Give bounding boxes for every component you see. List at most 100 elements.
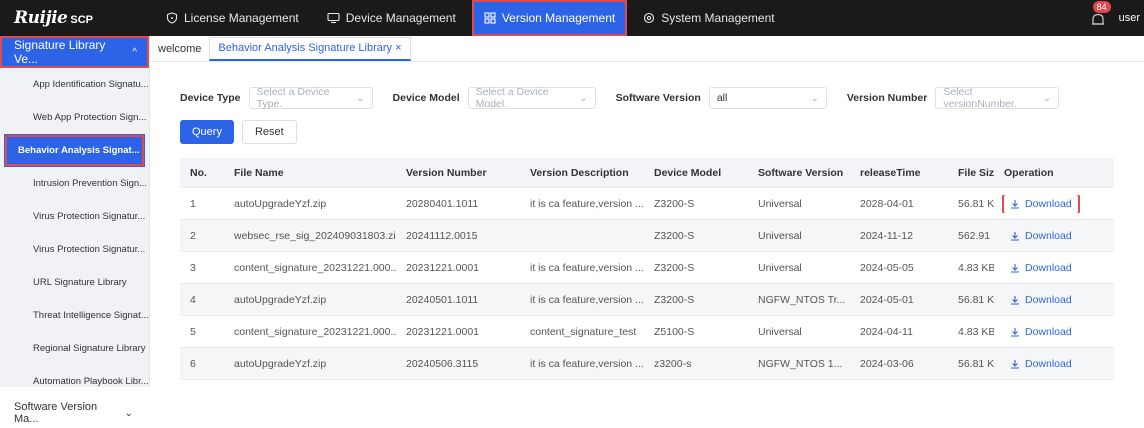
cell-no: 2 [190,229,196,242]
cell-no: 5 [190,325,196,338]
sidebar-group-software-version[interactable]: Software Version Ma... ⌄ [0,398,149,428]
header-software-version: Software Version [758,166,844,179]
brand-name: Ruijie [14,8,68,28]
table-row: 3 content_signature_20231221.000... 202312… [180,252,1114,284]
cell-file-name: autoUpgradeYzf.zip [234,357,327,370]
nav-label: License Management [184,11,299,25]
cell-file-name: content_signature_20231221.000... [234,261,396,274]
cell-release-time: 2024-04-11 [860,325,913,338]
sidebar-item-virus-protection-1[interactable]: Virus Protection Signatur... [0,200,149,233]
download-link[interactable]: Download [1004,291,1078,309]
version-number-label: Version Number [846,92,928,104]
sidebar-group-signature-library[interactable]: Signature Library Ve... ^ [0,36,149,68]
table-row: 4 autoUpgradeYzf.zip 20240501.1011 it is ca… [180,284,1114,316]
nav-label: System Management [661,11,775,25]
cell-software-version: NGFW_NTOS Tr... [758,293,846,306]
cell-release-time: 2024-03-06 [860,357,914,370]
table-row: 6 autoUpgradeYzf.zip 20240506.3115 it is ca… [180,348,1114,380]
cell-file-size: 56.81 K [958,197,994,210]
nav-system-management[interactable]: System Management [631,0,786,36]
sidebar-group-label: Signature Library Ve... [14,38,106,66]
chevron-down-icon: ⌄ [124,407,133,419]
download-link[interactable]: Download [1004,323,1078,341]
download-icon [1011,263,1019,273]
device-type-select[interactable]: Select a Device Type. ⌄ [248,86,373,110]
header-version-description: Version Description [530,166,629,179]
cell-version-number: 20240506.3115 [406,357,479,370]
brand-logo[interactable]: Ruijie SCP [14,8,154,28]
device-type-placeholder: Select a Device Type. [256,86,330,110]
chevron-down-icon: ⌄ [810,92,819,104]
grid-icon [484,12,496,24]
nav-label: Version Management [501,11,616,25]
monitor-icon [327,12,340,24]
nav-version-management[interactable]: Version Management [471,0,628,36]
sidebar-item-automation-playbook[interactable]: Automation Playbook Libr... [0,365,149,398]
cell-operation: Download [994,323,1114,341]
download-icon [1011,327,1019,337]
user-name[interactable]: user [1119,12,1140,24]
cell-file-size: 4.83 KB [958,325,994,338]
device-model-placeholder: Select a Device Model. [475,86,549,110]
notification-bell[interactable]: 84 [1089,1,1111,29]
download-link[interactable]: Download [1002,194,1080,213]
download-label: Download [1025,261,1072,274]
sidebar: Signature Library Ve... ^ App Identifica… [0,36,150,425]
nav-device-management[interactable]: Device Management [315,0,468,36]
sidebar-item-intrusion-prevention[interactable]: Intrusion Prevention Sign... [0,167,149,200]
sidebar-item-app-identification[interactable]: App Identification Signatu... [0,68,149,101]
header-release-time: releaseTime [860,166,921,179]
top-bar: Ruijie SCP License Management Device Man… [0,0,1144,36]
software-version-label: Software Version [615,92,701,104]
nav-label: Device Management [345,11,456,25]
version-number-placeholder: Select versionNumber. [943,86,1017,110]
download-icon [1011,359,1019,369]
software-version-select[interactable]: all ⌄ [708,87,827,109]
cell-version-number: 20280401.1011 [406,197,479,210]
sidebar-item-virus-protection-2[interactable]: Virus Protection Signatur... [0,233,149,266]
sidebar-item-web-app-protection[interactable]: Web App Protection Sign... [0,101,149,134]
cell-release-time: 2024-05-01 [860,293,914,306]
sidebar-item-behavior-analysis[interactable]: Behavior Analysis Signat... [4,134,145,167]
cell-device-model: z3200-s [654,357,692,370]
download-link[interactable]: Download [1004,259,1078,277]
header-version-number: Version Number [406,166,487,179]
chevron-up-icon: ^ [132,46,137,58]
query-button[interactable]: Query [180,120,234,144]
tab-strip: welcome Behavior Analysis Signature Libr… [150,36,1144,62]
header-file-name: File Name [234,166,284,179]
download-link[interactable]: Download [1004,355,1078,373]
filter-bar: Device Type Select a Device Type. ⌄ Devi… [180,86,1060,110]
version-number-select[interactable]: Select versionNumber. ⌄ [935,86,1060,110]
tab-behavior-analysis[interactable]: Behavior Analysis Signature Library × [209,36,411,61]
cell-file-size: 4.83 KB [958,261,994,274]
download-label: Download [1025,357,1072,370]
cell-operation: Download [994,355,1114,373]
cell-version-description: it is ca feature,version ... [530,197,644,210]
header-file-size: File Siz [958,166,994,179]
device-model-select[interactable]: Select a Device Model. ⌄ [467,86,596,110]
download-icon [1011,295,1019,305]
download-label: Download [1025,229,1072,242]
cell-software-version: Universal [758,325,802,338]
cell-version-description: content_signature_test [530,325,637,338]
cell-operation: Download [994,259,1114,277]
download-link[interactable]: Download [1004,227,1078,245]
sidebar-item-threat-intelligence[interactable]: Threat Intelligence Signat... [0,299,149,332]
cell-version-description: it is ca feature,version ... [530,261,644,274]
cell-file-size: 562.91 [958,229,991,242]
nav-license-management[interactable]: License Management [154,0,311,36]
download-icon [1011,199,1019,209]
sidebar-item-regional-signature[interactable]: Regional Signature Library [0,332,149,365]
action-buttons: Query Reset [180,120,305,144]
sidebar-item-url-signature[interactable]: URL Signature Library [0,266,149,299]
cell-version-number: 20241112.0015 [406,229,478,242]
cell-no: 6 [190,357,196,370]
cell-device-model: Z3200-S [654,197,695,210]
chevron-down-icon: ⌄ [579,92,588,104]
table-header-row: No. File Name Version Number Version Des… [180,158,1114,188]
cell-file-size: 56.81 K [958,293,994,306]
reset-button[interactable]: Reset [241,120,297,144]
cell-software-version: NGFW_NTOS 1... [758,357,843,370]
tab-welcome[interactable]: welcome [150,36,209,62]
